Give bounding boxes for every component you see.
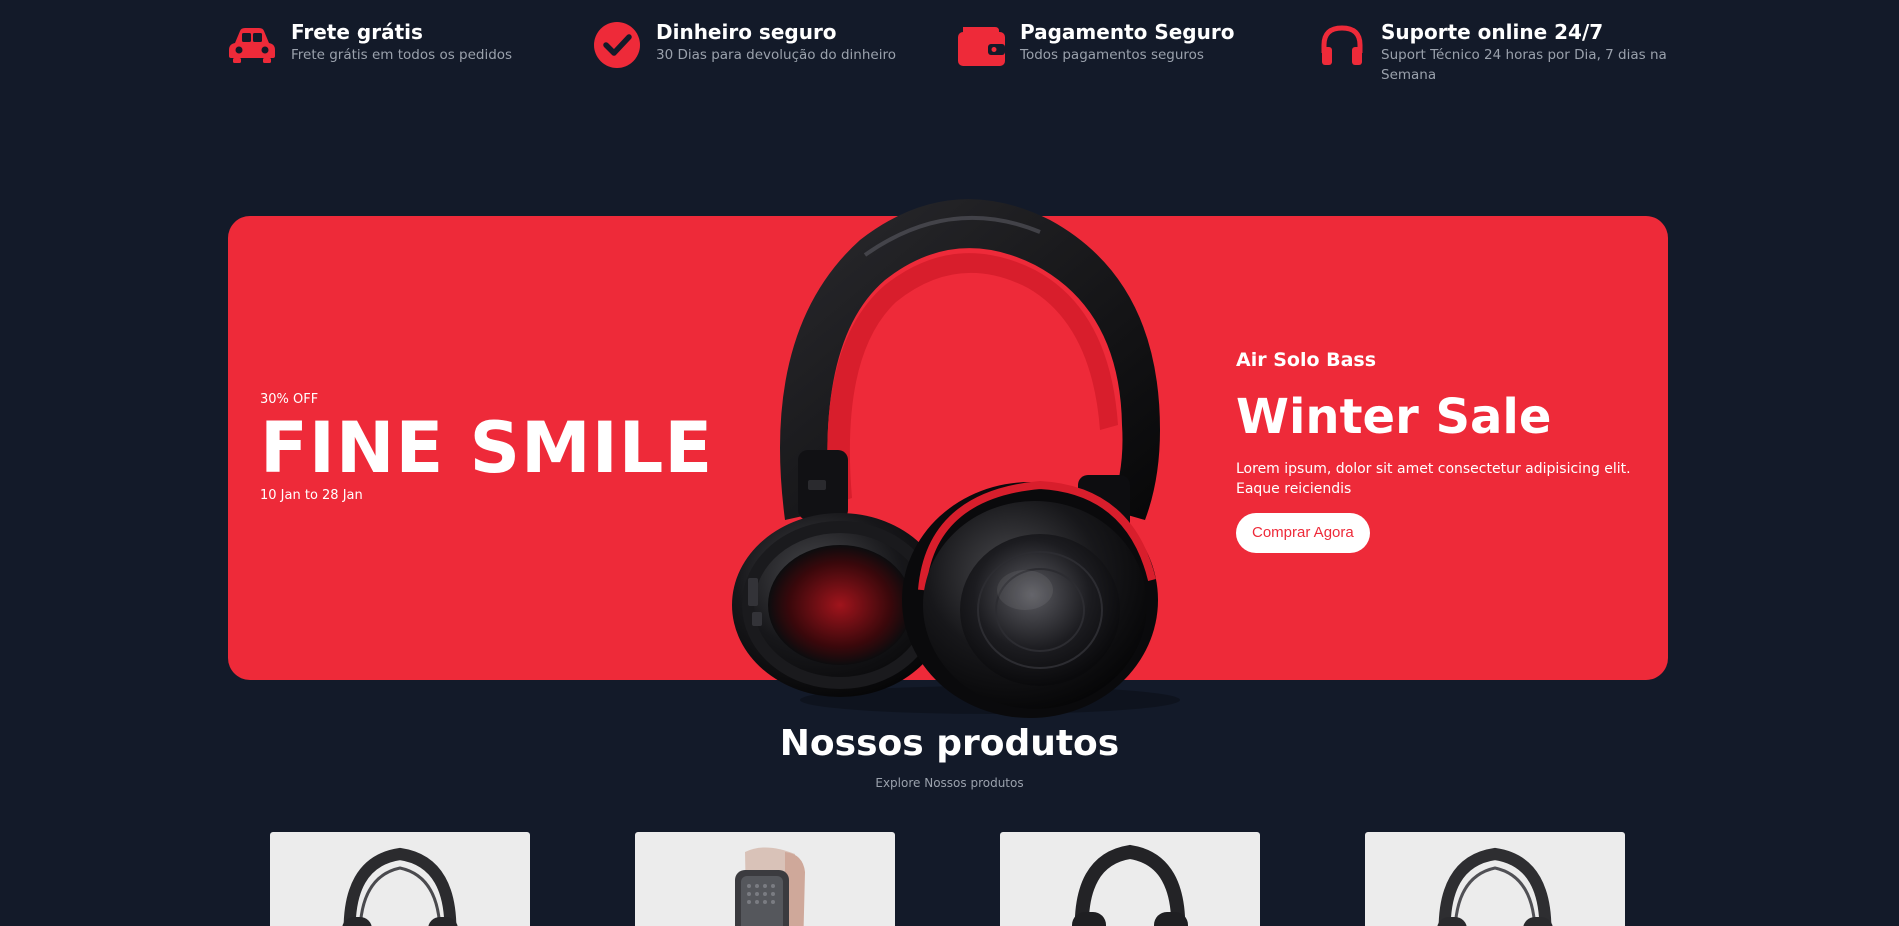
feature-title: Frete grátis	[291, 20, 423, 44]
section-title: Nossos produtos	[779, 723, 1120, 764]
car-icon	[227, 20, 277, 70]
banner-title: FINE SMILE	[260, 407, 714, 489]
section-subtitle: Explore Nossos produtos	[875, 776, 1024, 790]
product-card[interactable]	[1000, 832, 1260, 926]
headphones-image	[690, 180, 1230, 720]
buy-now-button[interactable]: Comprar Agora	[1236, 513, 1370, 553]
product-card[interactable]	[270, 832, 530, 926]
feature-title: Pagamento Seguro	[1020, 20, 1235, 44]
headphones-image	[1437, 847, 1553, 926]
feature-description: 30 Dias para devolução do dinheiro	[656, 47, 896, 63]
headphones-image	[342, 847, 458, 926]
feature-title: Dinheiro seguro	[656, 20, 837, 44]
sale-title: Winter Sale	[1236, 389, 1552, 445]
feature-title: Suporte online 24/7	[1381, 20, 1604, 44]
feature-support: Suporte online 24/7 Suport Técnico 24 ho…	[1317, 20, 1677, 85]
features-row: Frete grátis Frete grátis em todos os pe…	[227, 20, 1667, 90]
product-card[interactable]	[1365, 832, 1625, 926]
feature-description: Todos pagamentos seguros	[1020, 47, 1204, 63]
banner-right-text: Air Solo Bass Winter Sale Lorem ipsum, d…	[1236, 347, 1636, 553]
headphones-image	[1072, 844, 1188, 926]
feature-description: Frete grátis em todos os pedidos	[291, 47, 513, 63]
product-name: Air Solo Bass	[1236, 349, 1377, 371]
discount-label: 30% OFF	[260, 392, 319, 407]
check-circle-icon	[592, 20, 642, 70]
smartwatch-image	[735, 847, 805, 926]
date-range: 10 Jan to 28 Jan	[260, 488, 363, 503]
wallet-icon	[956, 20, 1006, 70]
feature-description: Suport Técnico 24 horas por Dia, 7 dias …	[1381, 47, 1667, 83]
feature-free-shipping: Frete grátis Frete grátis em todos os pe…	[227, 20, 512, 70]
sale-description: Lorem ipsum, dolor sit amet consectetur …	[1236, 461, 1631, 497]
product-card[interactable]	[635, 832, 895, 926]
feature-secure-payment: Pagamento Seguro Todos pagamentos seguro…	[956, 20, 1234, 70]
headset-icon	[1317, 20, 1367, 70]
feature-money-back: Dinheiro seguro 30 Dias para devolução d…	[592, 20, 896, 70]
banner-left-text: 30% OFF FINE SMILE 10 Jan to 28 Jan	[260, 392, 713, 504]
